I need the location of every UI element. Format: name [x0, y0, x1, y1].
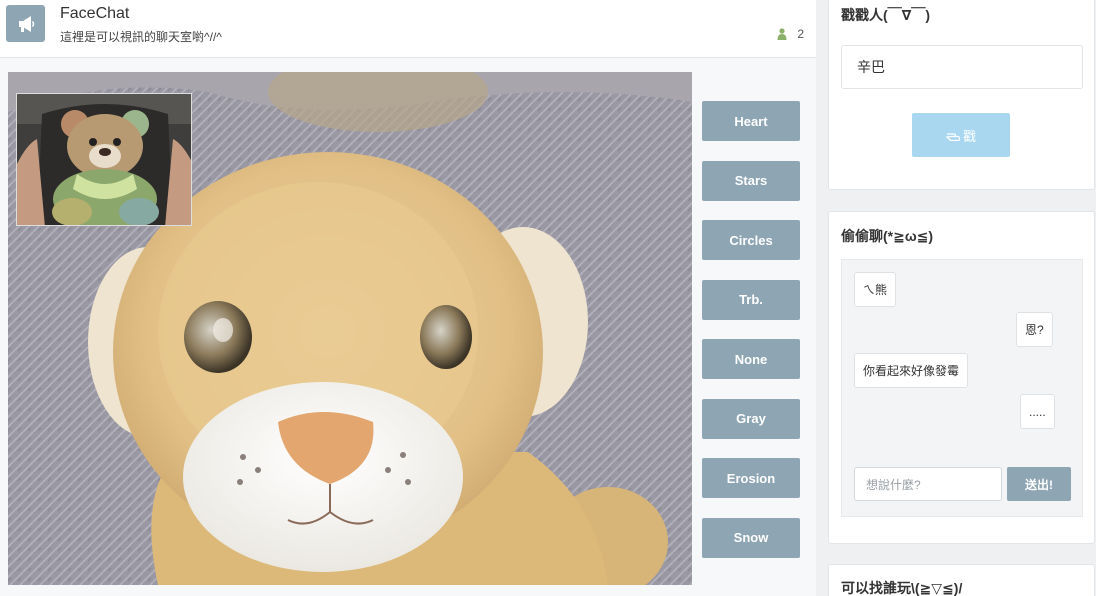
poke-button-label: 戳: [962, 128, 976, 144]
poke-title: 戳戳人(￣∇￣): [841, 7, 931, 23]
filter-stars-button[interactable]: Stars: [702, 160, 800, 201]
main-area: Heart Stars Circles Trb. None Gray Erosi…: [0, 58, 816, 596]
megaphone-icon: [6, 5, 45, 42]
filter-circles-button[interactable]: Circles: [702, 220, 800, 260]
chat-message: .....: [1020, 394, 1055, 429]
chat-message: 你看起來好像發霉: [854, 353, 969, 388]
chat-box: ㄟ熊 恩? 你看起來好像發霉 ..... 想說什麼? 送出!: [841, 259, 1083, 517]
find-panel: 可以找誰玩\(≧▽≦)/: [828, 564, 1095, 596]
user-count-value: 2: [797, 27, 804, 41]
hand-point-icon: [945, 133, 961, 141]
chat-message: ㄟ熊: [854, 272, 897, 307]
app-subtitle: 這裡是可以視訊的聊天室喲^//^: [60, 30, 222, 44]
header-bar: FaceChat 這裡是可以視訊的聊天室喲^//^ 2: [0, 0, 816, 58]
filter-snow-button[interactable]: Snow: [702, 517, 800, 558]
online-users: 2: [777, 27, 804, 41]
chat-input[interactable]: 想說什麼?: [854, 467, 1002, 501]
user-icon: [777, 28, 787, 40]
filter-heart-button[interactable]: Heart: [702, 101, 800, 141]
send-button[interactable]: 送出!: [1007, 467, 1071, 501]
chat-title: 偷偷聊(*≧ω≦): [841, 228, 934, 244]
chat-message: 恩?: [1016, 312, 1053, 347]
poke-panel: 戳戳人(￣∇￣) 辛巴 戳: [828, 0, 1095, 190]
filter-list: Heart Stars Circles Trb. None Gray Erosi…: [702, 101, 800, 577]
filter-gray-button[interactable]: Gray: [702, 398, 800, 439]
poke-target-field[interactable]: 辛巴: [841, 45, 1083, 89]
filter-erosion-button[interactable]: Erosion: [702, 458, 800, 498]
find-title: 可以找誰玩\(≧▽≦)/: [841, 580, 963, 596]
app-title: FaceChat: [60, 5, 130, 22]
poke-button[interactable]: 戳: [912, 113, 1010, 157]
remote-video: [8, 72, 692, 585]
chat-panel: 偷偷聊(*≧ω≦) ㄟ熊 恩? 你看起來好像發霉 ..... 想說什麼? 送出!: [828, 211, 1095, 544]
filter-trb-button[interactable]: Trb.: [702, 279, 800, 320]
local-video: [16, 93, 192, 226]
filter-none-button[interactable]: None: [702, 339, 800, 379]
